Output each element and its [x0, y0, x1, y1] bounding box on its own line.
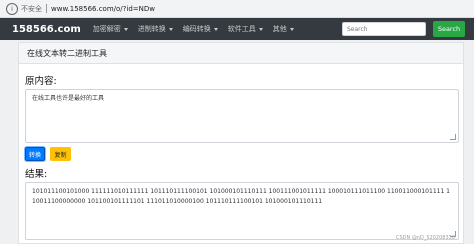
nav-menu: 加密解密 进制转换 编码转换 软件工具 其他	[93, 24, 304, 34]
security-status[interactable]: 不安全	[21, 4, 42, 14]
menu-label: 其他	[272, 25, 287, 33]
resize-handle-icon[interactable]	[450, 134, 456, 140]
card-title: 在线文本转二进制工具	[19, 43, 463, 64]
menu-item-software-tools[interactable]: 软件工具	[228, 24, 263, 34]
site-brand[interactable]: 158566.com	[12, 24, 81, 35]
chevron-down-icon	[123, 27, 128, 31]
source-textarea[interactable]: 在线工具也许是最好的工具	[25, 89, 459, 143]
result-textarea[interactable]: 101011100101000 111111010111111 10111011…	[25, 182, 459, 240]
copy-button[interactable]: 复制	[50, 147, 71, 161]
info-icon[interactable]: i	[6, 2, 18, 15]
menu-label: 软件工具	[227, 25, 256, 33]
search-input[interactable]	[342, 22, 426, 36]
tool-card: 在线文本转二进制工具 原内容: 在线工具也许是最好的工具 转换 复制 结果: 1…	[18, 42, 464, 244]
chevron-down-icon	[289, 27, 294, 31]
convert-button[interactable]: 转换	[25, 147, 45, 161]
chevron-down-icon	[258, 27, 263, 31]
menu-label: 进制转换	[137, 25, 166, 33]
result-text: 101011100101000 111111010111111 10111011…	[32, 188, 450, 205]
source-label: 原内容:	[25, 76, 57, 87]
menu-label: 编码转换	[182, 25, 211, 33]
chevron-down-icon	[168, 27, 173, 31]
search-button[interactable]: Search	[433, 21, 465, 37]
watermark: CSDN @nD_520208338	[396, 235, 455, 241]
menu-item-base-convert[interactable]: 进制转换	[138, 24, 173, 34]
menu-item-encrypt[interactable]: 加密解密	[93, 24, 128, 34]
source-text: 在线工具也许是最好的工具	[32, 95, 105, 102]
menu-item-other[interactable]: 其他	[273, 24, 294, 34]
chevron-down-icon	[213, 27, 218, 31]
url-text[interactable]: www.158566.com/o/?id=NDw	[51, 5, 155, 13]
menu-label: 加密解密	[92, 25, 121, 33]
browser-address-bar: i 不安全 www.158566.com/o/?id=NDw	[0, 0, 474, 18]
divider	[46, 4, 47, 13]
result-label: 结果:	[25, 169, 48, 180]
menu-item-encoding[interactable]: 编码转换	[183, 24, 218, 34]
